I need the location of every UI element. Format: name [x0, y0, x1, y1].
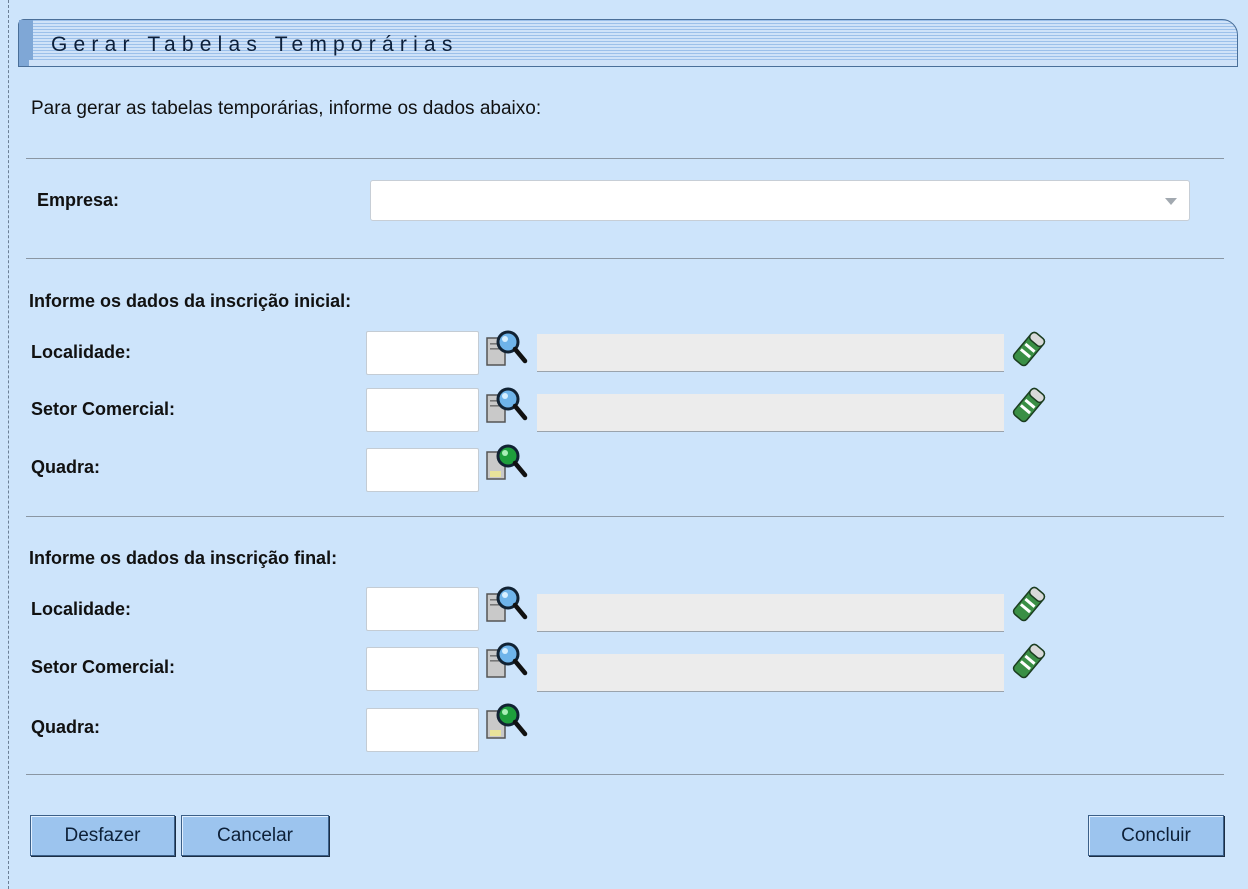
final-setor-description-field [537, 654, 1004, 692]
final-setor-code-input[interactable] [366, 647, 479, 691]
cancel-button[interactable]: Cancelar [181, 815, 329, 856]
final-localidade-label: Localidade: [31, 599, 132, 619]
inicial-localidade-code-input[interactable] [366, 331, 479, 375]
divider [26, 158, 1224, 159]
eraser-icon[interactable] [1012, 385, 1046, 425]
inicial-heading: Informe os dados da inscrição inicial: [29, 291, 352, 311]
eraser-icon[interactable] [1012, 641, 1046, 681]
search-green-icon[interactable] [484, 702, 532, 746]
inicial-setor-description-field [537, 394, 1004, 432]
final-quadra-label: Quadra: [31, 717, 101, 737]
eraser-icon[interactable] [1012, 584, 1046, 624]
empresa-select[interactable] [370, 180, 1190, 221]
page-left-border [8, 0, 9, 889]
chevron-down-icon[interactable] [1165, 198, 1177, 205]
page-title: Gerar Tabelas Temporárias [51, 33, 459, 56]
undo-button[interactable]: Desfazer [30, 815, 175, 856]
inicial-quadra-label: Quadra: [31, 457, 101, 477]
search-icon[interactable] [484, 641, 532, 685]
inicial-localidade-description-field [537, 334, 1004, 372]
search-icon[interactable] [484, 386, 532, 430]
final-quadra-code-input[interactable] [366, 708, 479, 752]
inicial-setor-code-input[interactable] [366, 388, 479, 432]
final-localidade-description-field [537, 594, 1004, 632]
inicial-localidade-label: Localidade: [31, 342, 132, 362]
search-icon[interactable] [484, 329, 532, 373]
search-green-icon[interactable] [484, 443, 532, 487]
empresa-label: Empresa: [37, 190, 120, 210]
search-icon[interactable] [484, 585, 532, 629]
inicial-setor-label: Setor Comercial: [31, 399, 176, 419]
finish-button[interactable]: Concluir [1088, 815, 1224, 856]
eraser-icon[interactable] [1012, 329, 1046, 369]
intro-text: Para gerar as tabelas temporárias, infor… [31, 98, 542, 119]
title-bar: Gerar Tabelas Temporárias [18, 19, 1238, 67]
final-heading: Informe os dados da inscrição final: [29, 548, 338, 568]
divider [26, 774, 1224, 775]
divider [26, 258, 1224, 259]
final-setor-label: Setor Comercial: [31, 657, 176, 677]
final-localidade-code-input[interactable] [366, 587, 479, 631]
inicial-quadra-code-input[interactable] [366, 448, 479, 492]
divider [26, 516, 1224, 517]
